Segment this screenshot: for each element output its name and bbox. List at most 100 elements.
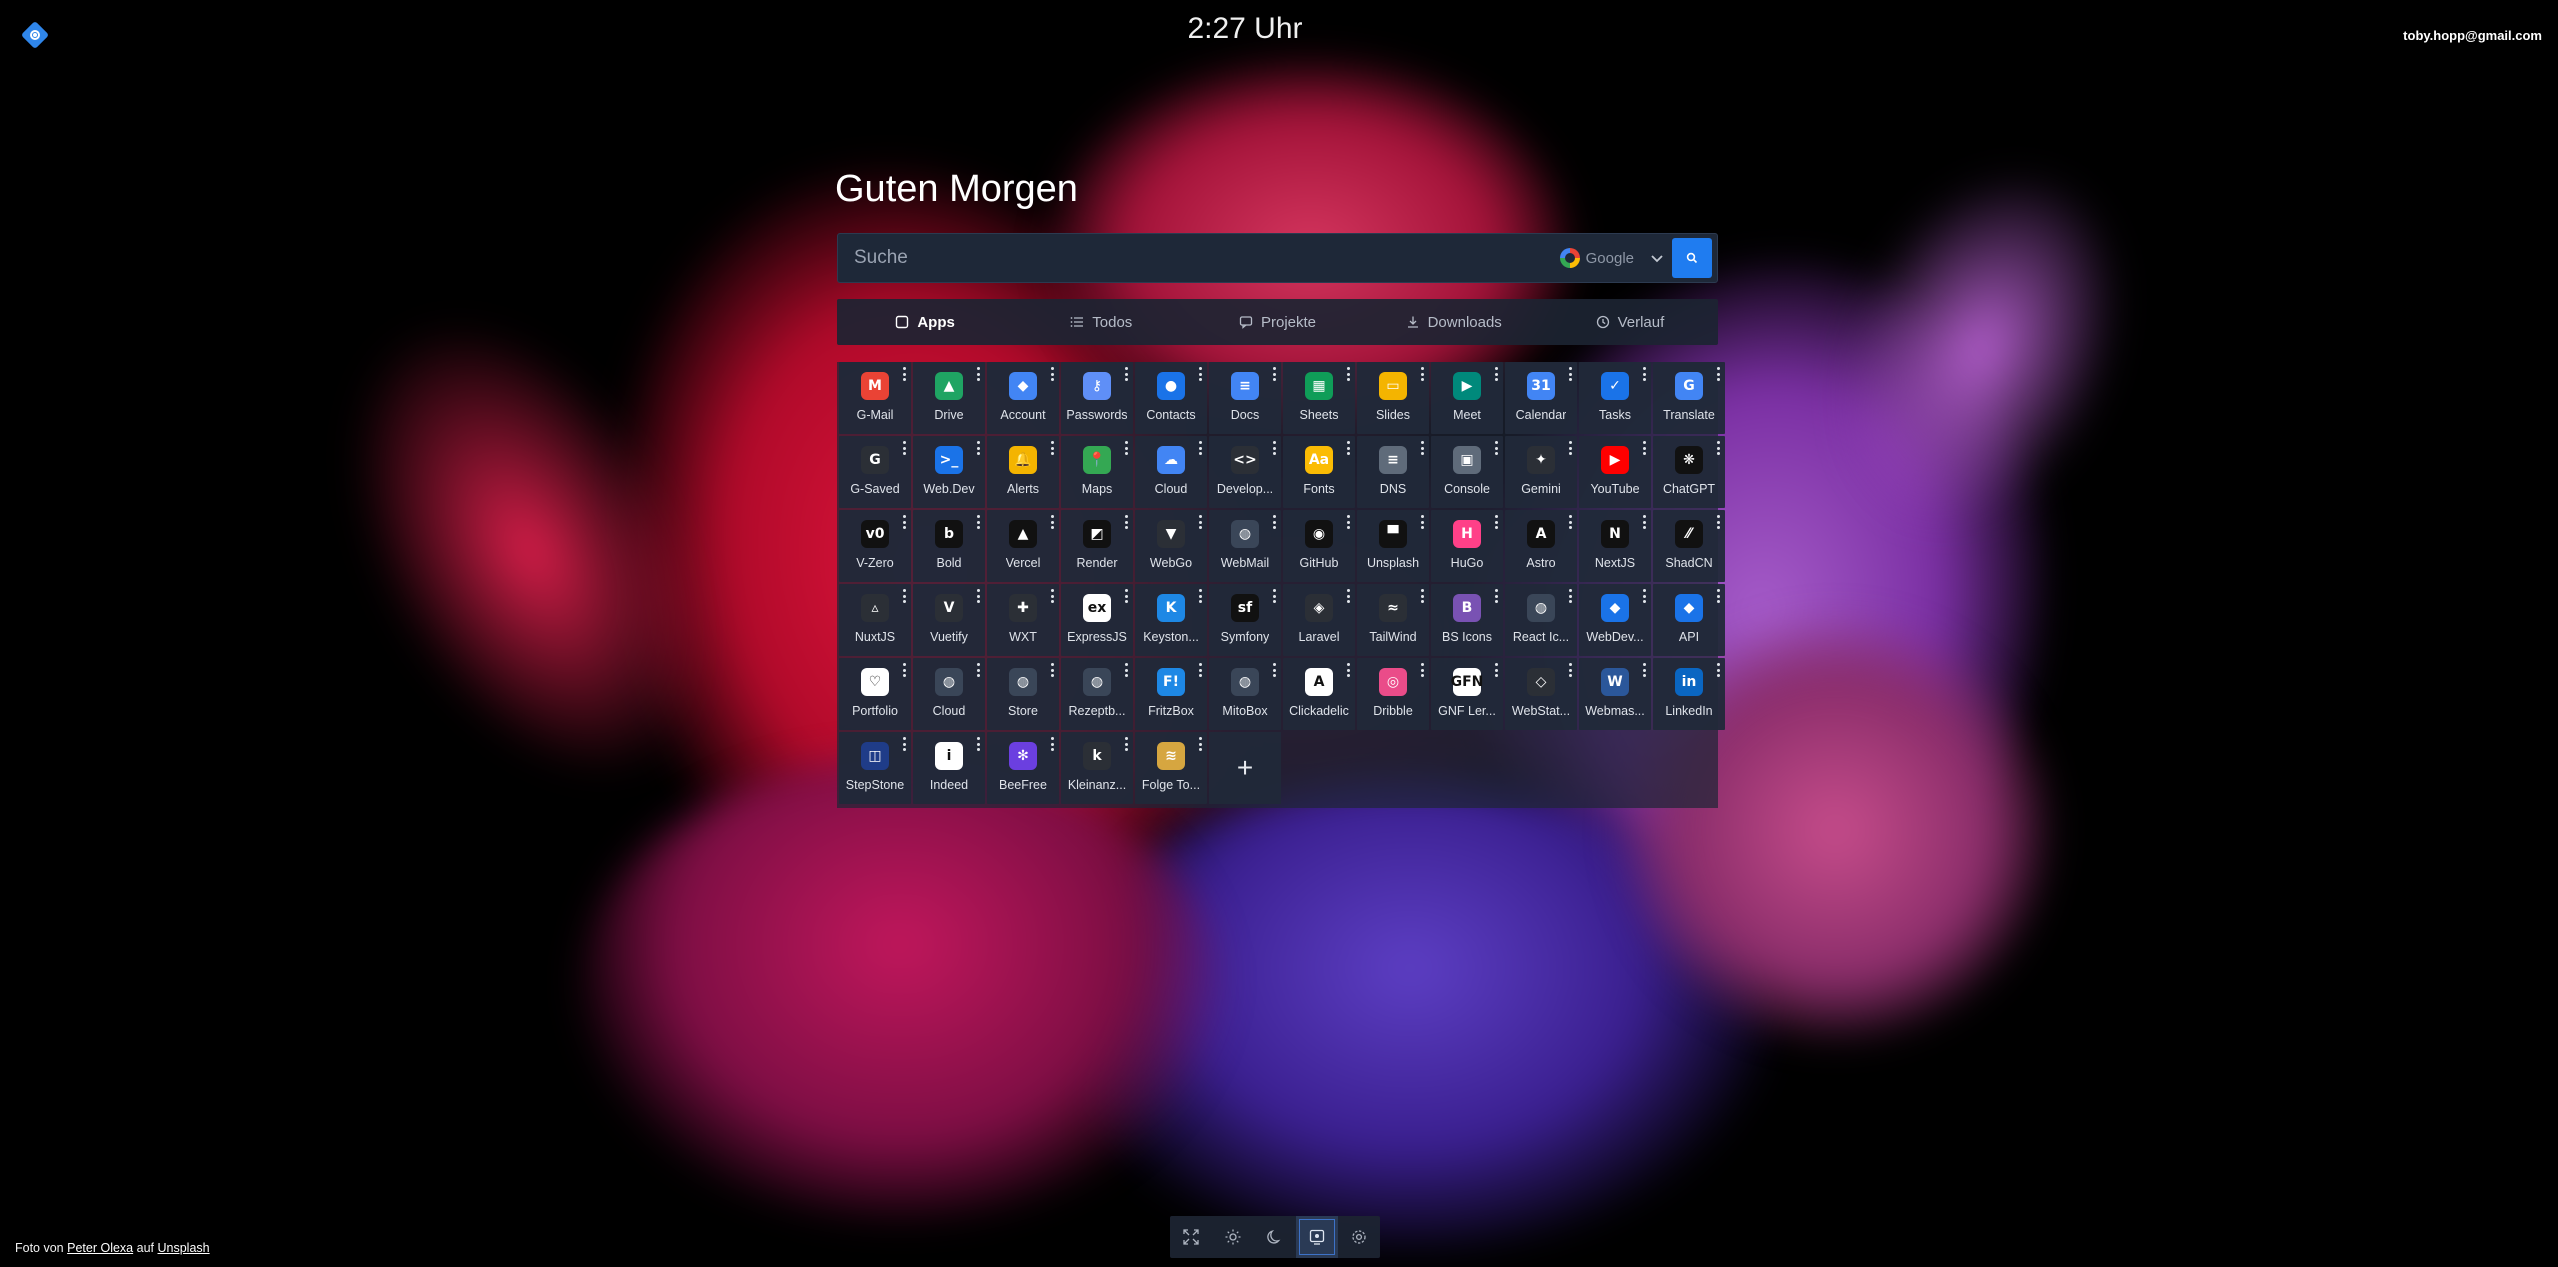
app-tile[interactable]: ⁄⁄ ShadCN <box>1653 510 1725 582</box>
more-vertical-icon[interactable] <box>1123 589 1129 603</box>
app-tile[interactable]: ✚ WXT <box>987 584 1059 656</box>
app-tile[interactable]: i Indeed <box>913 732 985 804</box>
app-tile[interactable]: ◍ WebMail <box>1209 510 1281 582</box>
more-vertical-icon[interactable] <box>1049 441 1055 455</box>
app-tile[interactable]: 🔔 Alerts <box>987 436 1059 508</box>
app-tile[interactable]: 31 Calendar <box>1505 362 1577 434</box>
app-tile[interactable]: ◆ API <box>1653 584 1725 656</box>
more-vertical-icon[interactable] <box>1197 737 1203 751</box>
settings-button[interactable] <box>1338 1216 1380 1258</box>
more-vertical-icon[interactable] <box>1567 441 1573 455</box>
more-vertical-icon[interactable] <box>1123 441 1129 455</box>
app-tile[interactable]: ♡ Portfolio <box>839 658 911 730</box>
app-tile[interactable]: ▵ NuxtJS <box>839 584 911 656</box>
app-tile[interactable]: A Astro <box>1505 510 1577 582</box>
tab-projekte[interactable]: Projekte <box>1189 299 1365 345</box>
more-vertical-icon[interactable] <box>1567 515 1573 529</box>
app-tile[interactable]: k Kleinanz... <box>1061 732 1133 804</box>
more-vertical-icon[interactable] <box>1123 663 1129 677</box>
chevron-down-icon[interactable] <box>1642 243 1672 273</box>
more-vertical-icon[interactable] <box>1419 515 1425 529</box>
app-tile[interactable]: K Keyston... <box>1135 584 1207 656</box>
app-tile[interactable]: ◍ Cloud <box>913 658 985 730</box>
app-tile[interactable]: ≡ Docs <box>1209 362 1281 434</box>
app-tile[interactable]: in LinkedIn <box>1653 658 1725 730</box>
app-tile[interactable]: ☁ Cloud <box>1135 436 1207 508</box>
app-tile[interactable]: 📍 Maps <box>1061 436 1133 508</box>
app-tile[interactable]: ✦ Gemini <box>1505 436 1577 508</box>
more-vertical-icon[interactable] <box>1641 515 1647 529</box>
more-vertical-icon[interactable] <box>1271 441 1277 455</box>
user-email[interactable]: toby.hopp@gmail.com <box>2403 28 2542 43</box>
more-vertical-icon[interactable] <box>1049 737 1055 751</box>
app-tile[interactable]: sf Symfony <box>1209 584 1281 656</box>
more-vertical-icon[interactable] <box>975 589 981 603</box>
app-tile[interactable]: ✻ BeeFree <box>987 732 1059 804</box>
more-vertical-icon[interactable] <box>1123 515 1129 529</box>
app-tile[interactable]: M G-Mail <box>839 362 911 434</box>
more-vertical-icon[interactable] <box>1493 663 1499 677</box>
search-engine-selector[interactable]: Google <box>1559 248 1642 268</box>
tab-todos[interactable]: Todos <box>1013 299 1189 345</box>
more-vertical-icon[interactable] <box>1271 663 1277 677</box>
search-button[interactable] <box>1672 238 1712 278</box>
app-tile[interactable]: ❋ ChatGPT <box>1653 436 1725 508</box>
app-tile[interactable]: ▀ Unsplash <box>1357 510 1429 582</box>
more-vertical-icon[interactable] <box>975 367 981 381</box>
more-vertical-icon[interactable] <box>1049 663 1055 677</box>
app-logo-icon[interactable] <box>20 20 50 50</box>
tab-downloads[interactable]: Downloads <box>1366 299 1542 345</box>
more-vertical-icon[interactable] <box>1493 515 1499 529</box>
app-tile[interactable]: >_ Web.Dev <box>913 436 985 508</box>
more-vertical-icon[interactable] <box>1271 367 1277 381</box>
more-vertical-icon[interactable] <box>1345 367 1351 381</box>
more-vertical-icon[interactable] <box>1271 515 1277 529</box>
app-tile[interactable]: ◉ GitHub <box>1283 510 1355 582</box>
app-tile[interactable]: ◆ WebDev... <box>1579 584 1651 656</box>
app-tile[interactable]: ▲ Vercel <box>987 510 1059 582</box>
more-vertical-icon[interactable] <box>1715 515 1721 529</box>
app-tile[interactable]: ≋ Folge To... <box>1135 732 1207 804</box>
more-vertical-icon[interactable] <box>1345 515 1351 529</box>
more-vertical-icon[interactable] <box>1345 589 1351 603</box>
more-vertical-icon[interactable] <box>1419 663 1425 677</box>
more-vertical-icon[interactable] <box>1715 589 1721 603</box>
more-vertical-icon[interactable] <box>1197 441 1203 455</box>
system-mode-button[interactable] <box>1296 1216 1338 1258</box>
more-vertical-icon[interactable] <box>1493 367 1499 381</box>
app-tile[interactable]: ⚷ Passwords <box>1061 362 1133 434</box>
app-tile[interactable]: ◆ Account <box>987 362 1059 434</box>
app-tile[interactable]: F! FritzBox <box>1135 658 1207 730</box>
app-tile[interactable]: ◎ Dribble <box>1357 658 1429 730</box>
more-vertical-icon[interactable] <box>1419 589 1425 603</box>
more-vertical-icon[interactable] <box>1197 663 1203 677</box>
app-tile[interactable]: ≈ TailWind <box>1357 584 1429 656</box>
app-tile[interactable]: ◍ MitoBox <box>1209 658 1281 730</box>
app-tile[interactable]: ● Contacts <box>1135 362 1207 434</box>
more-vertical-icon[interactable] <box>1345 441 1351 455</box>
app-tile[interactable]: ▶ Meet <box>1431 362 1503 434</box>
tab-apps[interactable]: Apps <box>837 299 1013 345</box>
app-tile[interactable]: ◫ StepStone <box>839 732 911 804</box>
app-tile[interactable]: b Bold <box>913 510 985 582</box>
more-vertical-icon[interactable] <box>1049 589 1055 603</box>
app-tile[interactable]: ▼ WebGo <box>1135 510 1207 582</box>
tab-verlauf[interactable]: Verlauf <box>1542 299 1718 345</box>
more-vertical-icon[interactable] <box>901 663 907 677</box>
app-tile[interactable]: B BS Icons <box>1431 584 1503 656</box>
more-vertical-icon[interactable] <box>901 441 907 455</box>
more-vertical-icon[interactable] <box>1493 441 1499 455</box>
dark-mode-button[interactable] <box>1254 1216 1296 1258</box>
app-tile[interactable]: ▲ Drive <box>913 362 985 434</box>
app-tile[interactable]: GFN GNF Ler... <box>1431 658 1503 730</box>
more-vertical-icon[interactable] <box>1567 589 1573 603</box>
app-tile[interactable]: ◈ Laravel <box>1283 584 1355 656</box>
more-vertical-icon[interactable] <box>1345 663 1351 677</box>
app-tile[interactable]: ✓ Tasks <box>1579 362 1651 434</box>
photo-author-link[interactable]: Peter Olexa <box>67 1241 133 1255</box>
more-vertical-icon[interactable] <box>1715 663 1721 677</box>
more-vertical-icon[interactable] <box>975 737 981 751</box>
more-vertical-icon[interactable] <box>1123 367 1129 381</box>
app-tile[interactable]: G G-Saved <box>839 436 911 508</box>
app-tile[interactable]: Aa Fonts <box>1283 436 1355 508</box>
